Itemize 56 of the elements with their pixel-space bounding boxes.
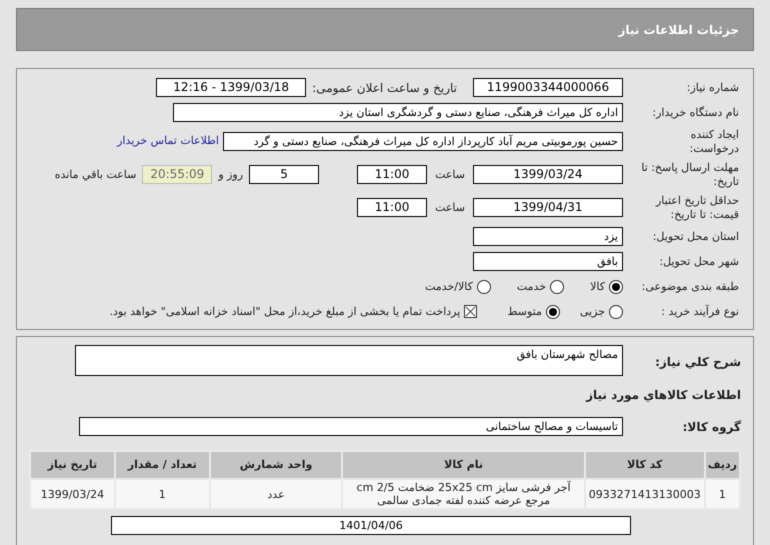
text-field[interactable]: 1399/04/31 bbox=[473, 198, 623, 217]
text-field[interactable]: 1401/04/06 bbox=[111, 516, 631, 535]
text-field[interactable]: 11:00 bbox=[357, 198, 428, 217]
field-label: شماره نیاز: bbox=[686, 80, 739, 94]
page-title: جزئیات اطلاعات نیاز bbox=[618, 22, 739, 38]
field-label: مهلت ارسال پاسخ: تا تاریخ: bbox=[640, 160, 739, 188]
text-field[interactable]: حسین پورموبیتی مریم آباد کارپرداز اداره کل میراث فرهنگی، صنایع دستی و گرد bbox=[223, 132, 623, 151]
field-label: تاریخ و ساعت اعلان عمومی: bbox=[312, 80, 457, 94]
text-field[interactable]: 1199003344000066 bbox=[473, 78, 623, 97]
field-label: ساعت bbox=[435, 200, 465, 214]
field-label: متوسط bbox=[507, 304, 542, 318]
field-label: ساعت باقي مانده bbox=[54, 168, 136, 182]
radio-selected-icon[interactable] bbox=[609, 280, 623, 294]
text-field[interactable]: 11:00 bbox=[357, 165, 428, 184]
field-label: ساعت bbox=[435, 168, 465, 182]
field-label: پرداخت تمام یا بخشی از مبلغ خرید،از محل "اسناد خزانه اسلامی" خواهد بود. bbox=[110, 304, 460, 318]
field-label: گروه کالا: bbox=[682, 420, 741, 434]
radio-icon[interactable] bbox=[476, 280, 491, 294]
table-cell: 1 bbox=[114, 479, 210, 509]
field-label: استان محل تحویل: bbox=[652, 230, 739, 244]
text-field[interactable]: 1399/03/18 - 12:16 bbox=[156, 78, 306, 97]
field-label: خدمت bbox=[516, 280, 546, 294]
countdown-timer: 20:55:09 bbox=[142, 165, 212, 184]
field-label: کالا bbox=[590, 280, 605, 294]
text-field[interactable]: یزد bbox=[473, 227, 623, 246]
field-label: ایجاد کننده درخواست: bbox=[688, 128, 739, 156]
field-label: شرح کلي نياز: bbox=[655, 354, 741, 368]
field-label: حداقل تاریخ اعتبار قیمت: تا تاریخ: bbox=[654, 194, 739, 222]
buyer-contact-link[interactable]: اطلاعات تماس خریدار bbox=[117, 133, 219, 150]
field-label: شهر محل تحویل: bbox=[658, 254, 739, 268]
column-header: ردیف bbox=[704, 451, 740, 479]
field-label: کالا/خدمت bbox=[425, 280, 473, 294]
table-cell: 0933271413130003 bbox=[584, 479, 705, 509]
checkbox-checked-icon[interactable] bbox=[464, 305, 478, 318]
field-label: نوع فرآیند خرید : bbox=[660, 304, 739, 318]
field-label: طبقه بندی موضوعی: bbox=[640, 280, 739, 294]
description-field[interactable]: مصالح شهرستان بافق bbox=[75, 345, 623, 376]
column-header: واحد شمارش bbox=[210, 451, 342, 479]
text-field[interactable]: 1399/03/24 bbox=[473, 165, 623, 184]
text-field[interactable]: اداره کل میراث فرهنگی، صنایع دستی و گردشگری استان یزد bbox=[173, 103, 623, 122]
section-heading: اطلاعات کالاهاي مورد نياز bbox=[586, 388, 741, 402]
text-field[interactable]: 5 bbox=[249, 165, 320, 184]
field-label: روز و bbox=[218, 168, 244, 182]
field-label: نام دستگاه خریدار: bbox=[651, 106, 739, 120]
radio-selected-icon[interactable] bbox=[546, 304, 560, 318]
radio-icon[interactable] bbox=[550, 280, 564, 294]
radio-icon[interactable] bbox=[609, 304, 623, 318]
table-cell: 1 bbox=[704, 479, 740, 509]
table-cell: 1399/03/24 bbox=[30, 479, 115, 509]
text-field[interactable]: تاسیسات و مصالح ساختمانی bbox=[79, 416, 623, 436]
column-header: کد کالا bbox=[584, 451, 705, 479]
field-label: جزیی bbox=[580, 304, 605, 318]
table-cell: آجر فرشی سایز 25x25 cm ضخامت 2/5 cm مرجع عرضه کننده لفته جمادی سالمی bbox=[342, 479, 585, 509]
column-header: نام کالا bbox=[342, 451, 585, 479]
table-cell: عدد bbox=[210, 479, 342, 509]
text-field[interactable]: بافق bbox=[473, 252, 623, 271]
